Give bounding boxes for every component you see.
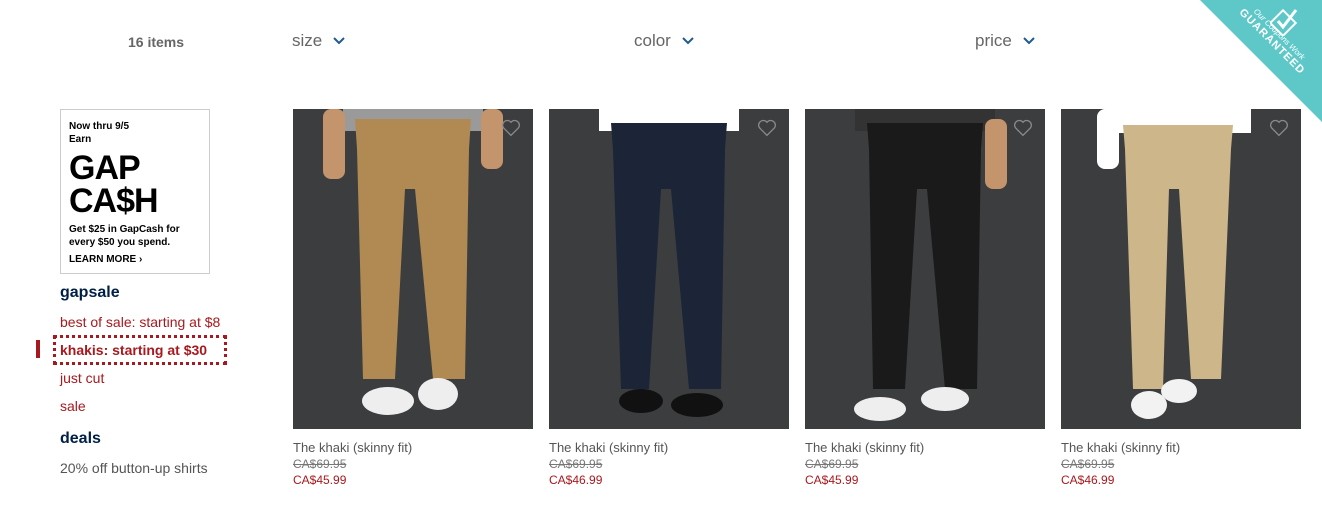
sidebar-link-khakis-label: khakis: starting at $30: [60, 342, 208, 358]
product-name[interactable]: The khaki (skinny fit): [549, 440, 789, 455]
product-name[interactable]: The khaki (skinny fit): [805, 440, 1045, 455]
original-price: CA$69.95: [805, 457, 859, 471]
color-filter-label: color: [634, 31, 671, 50]
active-indicator: [36, 340, 40, 358]
sale-price: CA$46.99: [1061, 473, 1115, 487]
product-image[interactable]: [805, 109, 1045, 429]
chevron-down-icon: [1023, 37, 1035, 45]
sale-price: CA$46.99: [549, 473, 603, 487]
sidebar-link-deal[interactable]: 20% off button-up shirts: [60, 460, 240, 476]
ad-body: Get $25 in GapCash for every $50 you spe…: [69, 224, 180, 248]
price-filter[interactable]: price: [975, 31, 1036, 51]
sale-price: CA$45.99: [805, 473, 859, 487]
coupon-guarantee-ribbon[interactable]: Our Coupons Work GUARANTEED: [1200, 0, 1322, 122]
product-image[interactable]: [549, 109, 789, 429]
original-price: CA$69.95: [293, 457, 347, 471]
sidebar: Now thru 9/5 Earn GAP CA$H Get $25 in Ga…: [36, 109, 240, 476]
ad-title-cash: CA$H: [69, 182, 159, 220]
product-photo: [854, 109, 1007, 421]
chevron-down-icon: [333, 37, 345, 45]
heart-icon[interactable]: [757, 119, 777, 137]
heart-icon[interactable]: [1269, 119, 1289, 137]
sidebar-link-just-cut[interactable]: just cut: [60, 370, 240, 386]
product-photo: [599, 109, 739, 417]
sale-price: CA$45.99: [293, 473, 347, 487]
sidebar-link-best-of-sale[interactable]: best of sale: starting at $8: [60, 314, 240, 330]
original-price: CA$69.95: [1061, 457, 1115, 471]
heart-icon[interactable]: [1013, 119, 1033, 137]
heart-icon[interactable]: [501, 119, 521, 137]
ad-date: Now thru 9/5: [69, 121, 130, 132]
sidebar-link-khakis[interactable]: khakis: starting at $30: [36, 335, 227, 365]
items-count: 16 items: [128, 34, 185, 50]
size-filter[interactable]: size: [292, 31, 346, 51]
filter-bar: 16 items size color price: [0, 0, 1322, 84]
ad-earn: Earn: [69, 134, 92, 145]
color-filter[interactable]: color: [634, 31, 695, 51]
size-filter-label: size: [292, 31, 323, 50]
gapcash-ad[interactable]: Now thru 9/5 Earn GAP CA$H Get $25 in Ga…: [60, 109, 210, 274]
product-name[interactable]: The khaki (skinny fit): [293, 440, 533, 455]
product-name[interactable]: The khaki (skinny fit): [1061, 440, 1301, 455]
chevron-down-icon: [682, 37, 694, 45]
product-photo: [1097, 109, 1251, 419]
product-image[interactable]: [1061, 109, 1301, 429]
product-card[interactable]: The khaki (skinny fit) CA$69.95 CA$45.99: [805, 109, 1045, 487]
price-filter-label: price: [975, 31, 1012, 50]
product-card[interactable]: The khaki (skinny fit) CA$69.95 CA$46.99: [549, 109, 789, 487]
sidebar-heading-gapsale: gapsale: [60, 284, 120, 301]
product-card[interactable]: The khaki (skinny fit) CA$69.95 CA$45.99: [293, 109, 533, 487]
original-price: CA$69.95: [549, 457, 603, 471]
product-image[interactable]: [293, 109, 533, 429]
product-photo: [323, 109, 503, 415]
sidebar-heading-deals: deals: [60, 430, 101, 447]
ad-title-gap: GAP: [69, 149, 141, 187]
sidebar-link-sale[interactable]: sale: [60, 398, 240, 414]
product-card[interactable]: The khaki (skinny fit) CA$69.95 CA$46.99: [1061, 109, 1301, 487]
learn-more-link[interactable]: LEARN MORE ›: [69, 254, 201, 265]
